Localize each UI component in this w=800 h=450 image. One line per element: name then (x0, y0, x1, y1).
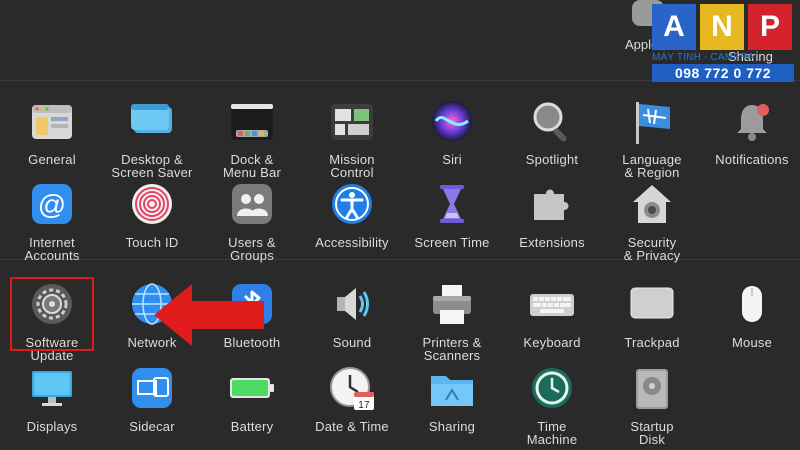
mission-control-icon (328, 99, 376, 147)
language-flag-icon (628, 99, 676, 147)
red-arrow-icon (154, 284, 264, 351)
users-icon (228, 182, 276, 230)
dock-icon (228, 99, 276, 147)
pane-label: Mission Control (329, 152, 375, 180)
pane-mouse[interactable]: Mouse (702, 282, 800, 349)
pane-label: Touch ID (125, 235, 179, 250)
logo-phone: 098 772 0 772 (652, 64, 794, 82)
pane-label: Sound (332, 335, 372, 350)
hourglass-icon (428, 182, 476, 230)
logo-letter: N (700, 4, 744, 50)
pane-sound[interactable]: Sound (302, 282, 402, 349)
pane-label: Screen Time (414, 235, 490, 250)
pane-label: Date & Time (315, 419, 389, 434)
pane-time-machine[interactable]: Time Machine (502, 366, 602, 446)
siri-icon (428, 99, 476, 147)
display-icon (28, 366, 76, 414)
pane-label: Sidecar (129, 419, 175, 434)
pane-label: Startup Disk (630, 419, 674, 447)
pane-label: Dock & Menu Bar (223, 152, 281, 180)
pane-notifications[interactable]: Notifications (702, 99, 800, 166)
pane-label: Sharing (428, 419, 476, 434)
time-machine-icon (528, 366, 576, 414)
calendar-clock-icon: 17 (328, 366, 376, 414)
pane-sidecar[interactable]: Sidecar (102, 366, 202, 433)
general-icon (28, 99, 76, 147)
pane-label: Notifications (715, 152, 789, 167)
pane-extensions[interactable]: Extensions (502, 182, 602, 249)
house-lock-icon (628, 182, 676, 230)
pane-keyboard[interactable]: Keyboard (502, 282, 602, 349)
pane-label: Battery (230, 419, 274, 434)
pane-startup-disk[interactable]: Startup Disk (602, 366, 702, 446)
mouse-icon (728, 282, 776, 330)
pane-label: Desktop & Screen Saver (111, 152, 193, 180)
brand-logo: A N P MÁY TÍNH - CAMERA 098 772 0 772 (652, 4, 794, 88)
pane-users-groups[interactable]: Users & Groups (202, 182, 302, 262)
pane-printers-scanners[interactable]: Printers & Scanners (402, 282, 502, 362)
pane-label: Time Machine (526, 419, 578, 447)
pane-accessibility[interactable]: Accessibility (302, 182, 402, 249)
desktop-icon (128, 99, 176, 147)
pane-label: Security & Privacy (623, 235, 681, 263)
pane-label: Language & Region (622, 152, 682, 180)
fingerprint-icon (128, 182, 176, 230)
svg-text:@: @ (38, 189, 67, 220)
pane-desktop-screen-saver[interactable]: Desktop & Screen Saver (102, 99, 202, 179)
pane-dock-menu-bar[interactable]: Dock & Menu Bar (202, 99, 302, 179)
pane-label: Mouse (731, 335, 773, 350)
trackpad-icon (628, 282, 676, 330)
speaker-icon (328, 282, 376, 330)
highlight-box (10, 277, 94, 351)
pane-displays[interactable]: Displays (2, 366, 102, 433)
logo-subtitle: MÁY TÍNH - CAMERA (652, 52, 755, 63)
pane-label: Internet Accounts (24, 235, 80, 263)
at-sign-icon: @ (28, 182, 76, 230)
pane-siri[interactable]: Siri (402, 99, 502, 166)
keyboard-icon (528, 282, 576, 330)
pane-sharing[interactable]: Sharing (402, 366, 502, 433)
pane-security-privacy[interactable]: Security & Privacy (602, 182, 702, 262)
logo-letter: P (748, 4, 792, 50)
pane-label: Accessibility (315, 235, 389, 250)
pane-screen-time[interactable]: Screen Time (402, 182, 502, 249)
logo-letter: A (652, 4, 696, 50)
sidecar-icon (128, 366, 176, 414)
pane-general[interactable]: General (2, 99, 102, 166)
pane-mission-control[interactable]: Mission Control (302, 99, 402, 179)
pane-label: Siri (442, 152, 462, 167)
disk-icon (628, 366, 676, 414)
pane-spotlight[interactable]: Spotlight (502, 99, 602, 166)
accessibility-icon (328, 182, 376, 230)
pane-internet-accounts[interactable]: @ Internet Accounts (2, 182, 102, 262)
pane-label: General (28, 152, 76, 167)
printer-icon (428, 282, 476, 330)
pane-language-region[interactable]: Language & Region (602, 99, 702, 179)
pane-label: Trackpad (624, 335, 680, 350)
puzzle-icon (528, 182, 576, 230)
pane-touch-id[interactable]: Touch ID (102, 182, 202, 249)
battery-icon (228, 366, 276, 414)
pane-label: Printers & Scanners (422, 335, 482, 363)
folder-icon (428, 366, 476, 414)
pane-label: Spotlight (525, 152, 579, 167)
pane-label: Extensions (519, 235, 585, 250)
spotlight-icon (528, 99, 576, 147)
pane-label: Displays (26, 419, 78, 434)
svg-text:17: 17 (358, 400, 370, 411)
bell-icon (728, 99, 776, 147)
pane-trackpad[interactable]: Trackpad (602, 282, 702, 349)
pane-battery[interactable]: Battery (202, 366, 302, 433)
pane-label: Keyboard (523, 335, 581, 350)
pane-label: Users & Groups (228, 235, 276, 263)
pane-date-time[interactable]: 17 Date & Time (302, 366, 402, 433)
